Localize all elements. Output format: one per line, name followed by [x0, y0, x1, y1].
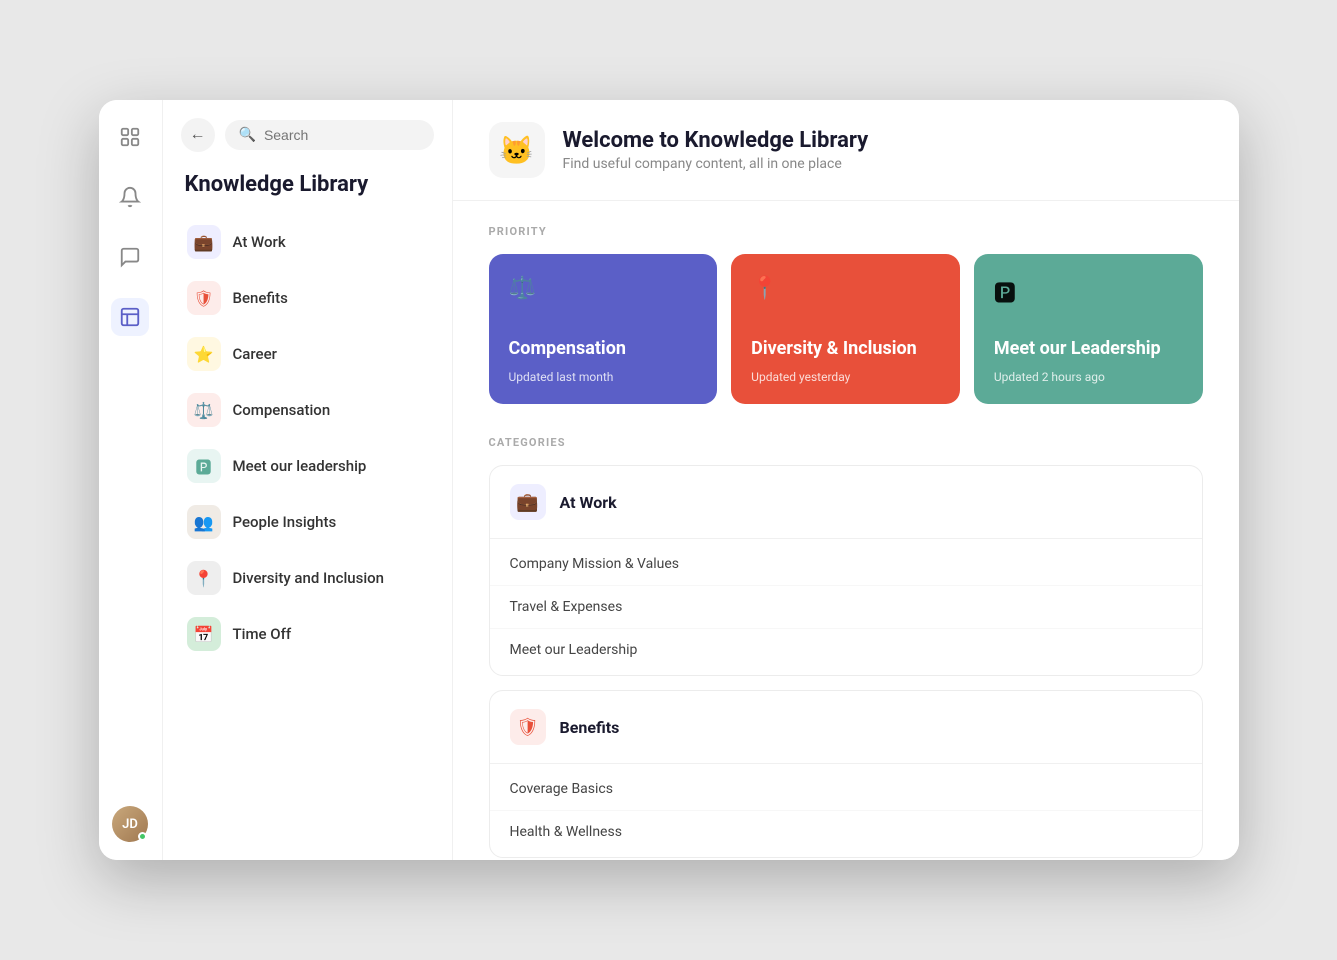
priority-card-icon-0: ⚖️ — [509, 276, 698, 301]
sidebar: ← 🔍 Knowledge Library 💼 At Work 🛡 Benefi… — [163, 100, 453, 860]
nav-label-0: At Work — [233, 233, 286, 251]
app-window: JD ← 🔍 Knowledge Library 💼 At Work 🛡 Ben… — [99, 100, 1239, 860]
priority-card-sub-2: Updated 2 hours ago — [994, 370, 1183, 384]
nav-label-4: Meet our leadership — [233, 457, 367, 475]
nav-label-3: Compensation — [233, 401, 331, 419]
nav-label-1: Benefits — [233, 289, 288, 307]
nav-label-2: Career — [233, 345, 277, 363]
back-button[interactable]: ← — [181, 118, 215, 152]
nav-icon-5: 👥 — [187, 505, 221, 539]
sidebar-item-diversity-and-inclusion[interactable]: 📍 Diversity and Inclusion — [175, 551, 440, 605]
nav-icon-6: 📍 — [187, 561, 221, 595]
nav-icon-4: 🅿 — [187, 449, 221, 483]
priority-card-2[interactable]: 🅿 Meet our Leadership Updated 2 hours ag… — [974, 254, 1203, 404]
chat-icon[interactable] — [111, 238, 149, 276]
library-title: Welcome to Knowledge Library — [563, 128, 869, 153]
workspace-icon[interactable] — [111, 118, 149, 156]
sidebar-top: ← 🔍 — [163, 118, 452, 152]
categories-label: CATEGORIES — [489, 436, 1203, 449]
priority-card-0[interactable]: ⚖️ Compensation Updated last month — [489, 254, 718, 404]
sidebar-item-people-insights[interactable]: 👥 People Insights — [175, 495, 440, 549]
nav-label-5: People Insights — [233, 513, 337, 531]
priority-card-title-2: Meet our Leadership — [994, 337, 1183, 360]
sidebar-item-career[interactable]: ⭐ Career — [175, 327, 440, 381]
category-name-1: Benefits — [560, 718, 620, 737]
nav-icon-1: 🛡 — [187, 281, 221, 315]
priority-card-icon-2: 🅿 — [994, 276, 1183, 308]
category-icon-0: 💼 — [510, 484, 546, 520]
priority-card-icon-1: 📍 — [751, 276, 940, 301]
search-box[interactable]: 🔍 — [225, 120, 434, 150]
library-header: 🐱 Welcome to Knowledge Library Find usef… — [453, 100, 1239, 201]
category-item-0-2[interactable]: Meet our Leadership — [490, 629, 1202, 671]
nav-label-6: Diversity and Inclusion — [233, 569, 385, 587]
nav-icon-0: 💼 — [187, 225, 221, 259]
category-item-1-1[interactable]: Health & Wellness — [490, 811, 1202, 853]
category-item-1-0[interactable]: Coverage Basics — [490, 768, 1202, 811]
priority-cards: ⚖️ Compensation Updated last month 📍 Div… — [489, 254, 1203, 404]
library-icon[interactable] — [111, 298, 149, 336]
sidebar-item-time-off[interactable]: 📅 Time Off — [175, 607, 440, 661]
nav-label-7: Time Off — [233, 625, 292, 643]
category-items-0: Company Mission & Values Travel & Expens… — [490, 539, 1202, 675]
library-header-icon: 🐱 — [489, 122, 545, 178]
sidebar-item-benefits[interactable]: 🛡 Benefits — [175, 271, 440, 325]
category-items-1: Coverage Basics Health & Wellness — [490, 764, 1202, 857]
search-icon: 🔍 — [239, 127, 256, 143]
sidebar-title: Knowledge Library — [163, 172, 452, 197]
priority-card-sub-1: Updated yesterday — [751, 370, 940, 384]
sidebar-item-meet-our-leadership[interactable]: 🅿 Meet our leadership — [175, 439, 440, 493]
nav-icon-7: 📅 — [187, 617, 221, 651]
priority-label: PRIORITY — [489, 225, 1203, 238]
priority-card-title-1: Diversity & Inclusion — [751, 337, 940, 360]
categories-list: 💼 At Work Company Mission & Values Trave… — [489, 465, 1203, 858]
user-avatar-section: JD — [112, 806, 148, 842]
priority-card-sub-0: Updated last month — [509, 370, 698, 384]
avatar[interactable]: JD — [112, 806, 148, 842]
sidebar-item-compensation[interactable]: ⚖️ Compensation — [175, 383, 440, 437]
library-subtitle: Find useful company content, all in one … — [563, 156, 869, 172]
library-header-text: Welcome to Knowledge Library Find useful… — [563, 128, 869, 172]
cat-icon-glyph: 🐱 — [499, 134, 534, 167]
nav-icon-3: ⚖️ — [187, 393, 221, 427]
icon-rail: JD — [99, 100, 163, 860]
category-item-0-1[interactable]: Travel & Expenses — [490, 586, 1202, 629]
notification-icon[interactable] — [111, 178, 149, 216]
category-header-0: 💼 At Work — [490, 466, 1202, 539]
category-header-1: 🛡 Benefits — [490, 691, 1202, 764]
main-content: PRIORITY ⚖️ Compensation Updated last mo… — [453, 201, 1239, 860]
category-card-0: 💼 At Work Company Mission & Values Trave… — [489, 465, 1203, 676]
main-panel: 🐱 Welcome to Knowledge Library Find usef… — [453, 100, 1239, 860]
category-icon-1: 🛡 — [510, 709, 546, 745]
category-name-0: At Work — [560, 493, 617, 512]
nav-icon-2: ⭐ — [187, 337, 221, 371]
priority-card-title-0: Compensation — [509, 337, 698, 360]
sidebar-item-at-work[interactable]: 💼 At Work — [175, 215, 440, 269]
online-status-dot — [138, 832, 147, 841]
priority-card-1[interactable]: 📍 Diversity & Inclusion Updated yesterda… — [731, 254, 960, 404]
sidebar-nav: 💼 At Work 🛡 Benefits ⭐ Career ⚖️ Compens… — [163, 215, 452, 661]
category-card-1: 🛡 Benefits Coverage Basics Health & Well… — [489, 690, 1203, 858]
category-item-0-0[interactable]: Company Mission & Values — [490, 543, 1202, 586]
search-input[interactable] — [264, 127, 420, 143]
